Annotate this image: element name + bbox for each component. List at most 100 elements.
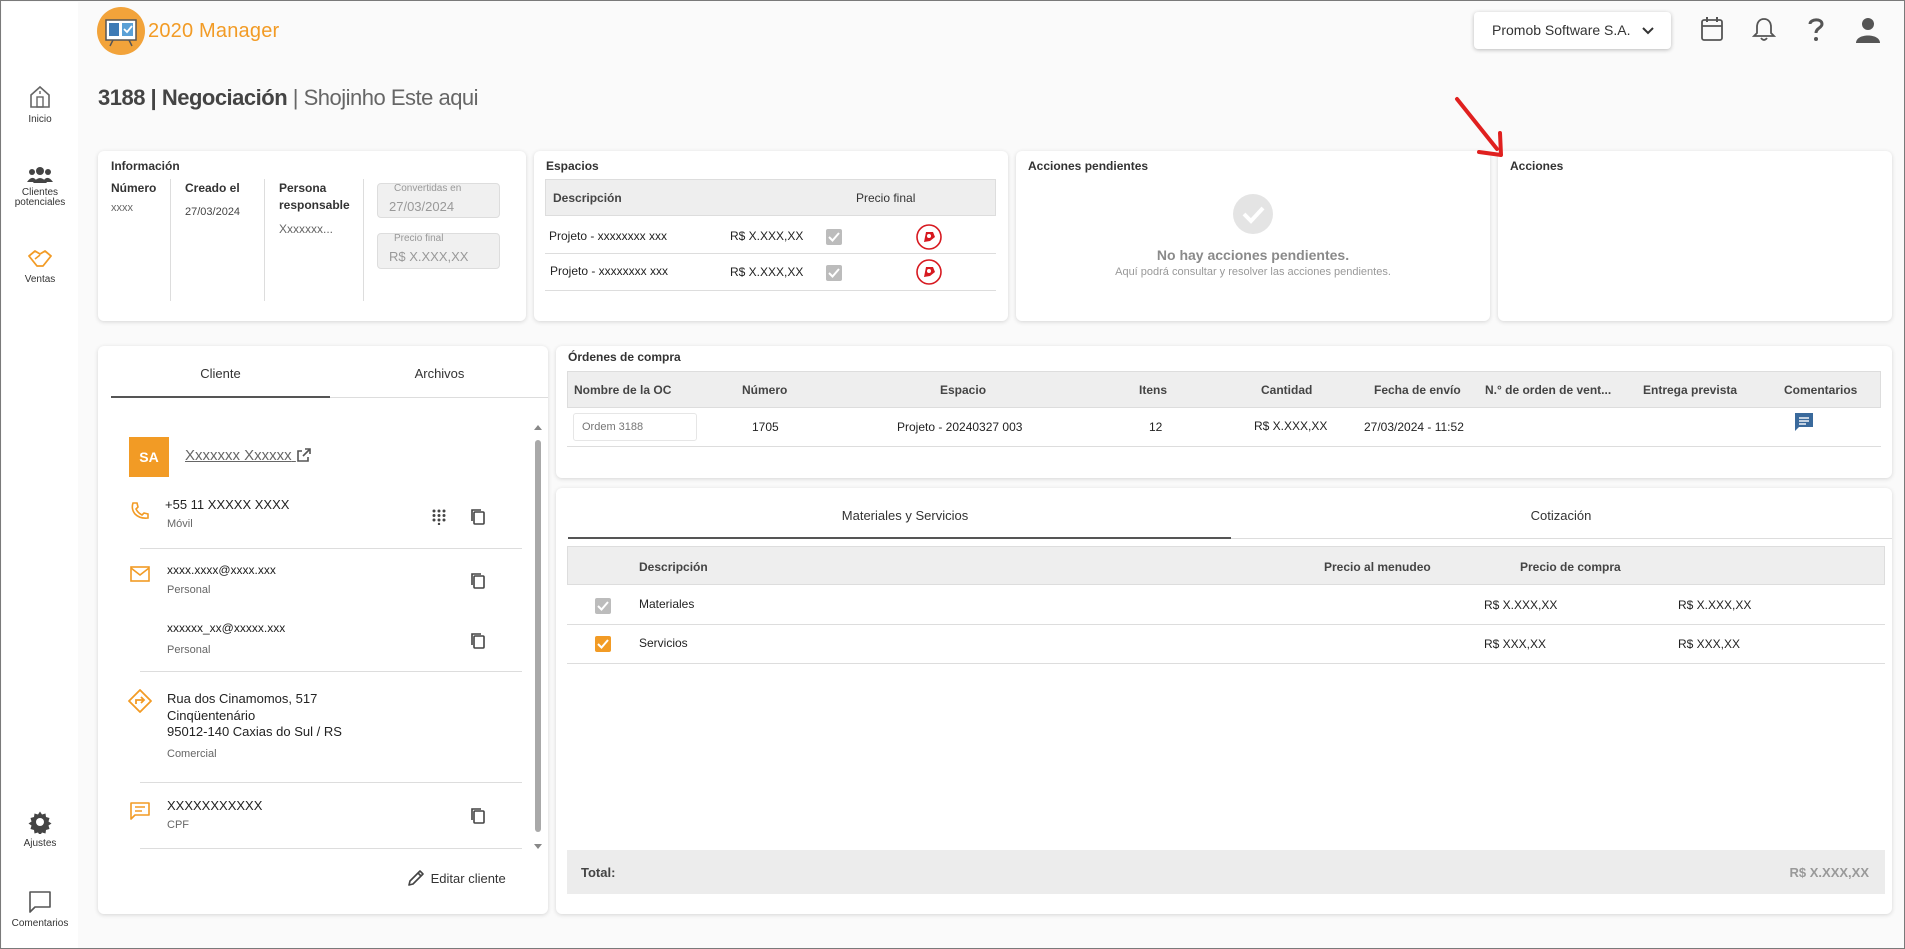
promob-icon[interactable]	[916, 224, 942, 250]
phone-type: Móvil	[167, 518, 193, 530]
acciones-card: Acciones	[1498, 151, 1892, 321]
divider	[140, 782, 522, 783]
email1-type: Personal	[167, 584, 211, 596]
row-desc: Materiales	[639, 597, 695, 611]
espacio-price: R$ X.XXX,XX	[730, 265, 804, 279]
check-icon	[597, 639, 609, 649]
row-menudeo: R$ XXX,XX	[1484, 637, 1547, 651]
col-precio-compra: Precio de compra	[1520, 560, 1621, 574]
client-name-link[interactable]: Xxxxxxx Xxxxxx	[185, 447, 312, 464]
row-compra: R$ XXX,XX	[1678, 637, 1741, 651]
col-precio-menudeo: Precio al menudeo	[1324, 560, 1431, 574]
company-selector[interactable]: Promob Software S.A.	[1474, 12, 1671, 49]
bell-icon[interactable]	[1752, 16, 1776, 42]
info-card: Información Número xxxx Creado el 27/03/…	[98, 151, 526, 321]
col-orden-venta: N.° de orden de vent...	[1485, 383, 1612, 397]
divider	[567, 446, 1881, 447]
tab-cotizacion[interactable]: Cotización	[1230, 508, 1892, 523]
total-bar: Total: R$ X.XXX,XX	[567, 850, 1885, 894]
user-icon[interactable]	[1854, 16, 1882, 44]
dialpad-icon[interactable]	[432, 509, 446, 525]
app-window: Inicio Clientes potenciales Ventas Ajust…	[0, 0, 1905, 949]
client-name: Xxxxxxx Xxxxxx	[185, 447, 292, 464]
address-line1: Rua dos Cinamomos, 517	[167, 691, 318, 706]
comment-icon[interactable]	[1793, 411, 1815, 433]
pencil-icon	[408, 870, 424, 886]
info-title: Información	[111, 159, 180, 173]
address-line2: Cinqüentenário	[167, 707, 256, 723]
copy-icon[interactable]	[470, 508, 486, 526]
convertidas-value: 27/03/2024	[389, 199, 455, 214]
pendientes-title: Acciones pendientes	[1028, 159, 1149, 173]
comment-icon	[29, 891, 51, 913]
oc-name-input[interactable]	[573, 413, 697, 441]
espacio-price: R$ X.XXX,XX	[730, 229, 804, 243]
precio-final-value: R$ X.XXX,XX	[389, 249, 469, 264]
board-icon	[105, 19, 137, 47]
email2-value: xxxxxx_xx@xxxxx.xxx	[167, 621, 286, 635]
promob-icon[interactable]	[916, 259, 942, 285]
sidebar-item-ajustes[interactable]: Ajustes	[2, 810, 78, 849]
copy-icon[interactable]	[470, 807, 486, 825]
creado-label: Creado el	[185, 181, 240, 195]
sidebar-item-ventas[interactable]: Ventas	[2, 248, 78, 285]
calendar-icon[interactable]	[1700, 16, 1724, 42]
oc-itens: 12	[1149, 420, 1163, 434]
scroll-up-icon[interactable]	[533, 423, 543, 431]
row-menudeo: R$ X.XXX,XX	[1484, 598, 1558, 612]
tab-indicator	[568, 537, 1231, 539]
divider	[545, 290, 996, 291]
copy-icon[interactable]	[470, 632, 486, 650]
scrollbar-thumb[interactable]	[535, 440, 541, 832]
precio-final-label: Precio final	[394, 233, 444, 244]
ordenes-table-header: Nombre de la OC Número Espacio Itens Can…	[567, 371, 1881, 408]
help-icon[interactable]	[1806, 16, 1826, 42]
empty-subtitle: Aquí podrá consultar y resolver las acci…	[1115, 266, 1391, 278]
col-descripcion: Descripción	[553, 191, 622, 205]
col-comentarios: Comentarios	[1784, 383, 1858, 397]
tab-cliente[interactable]: Cliente	[111, 366, 330, 381]
sidebar-item-inicio[interactable]: Inicio	[2, 84, 78, 125]
divider	[264, 179, 265, 301]
email1-value: xxxx.xxxx@xxxx.xxx	[167, 563, 276, 577]
email-icon	[130, 566, 150, 582]
empty-title: No hay acciones pendientes.	[1156, 247, 1350, 263]
col-espacio: Espacio	[940, 383, 987, 397]
materiales-checkbox[interactable]	[595, 598, 611, 614]
col-entrega-prevista: Entrega prevista	[1643, 383, 1738, 397]
tab-archivos[interactable]: Archivos	[330, 366, 549, 381]
espacio-checkbox[interactable]	[826, 265, 842, 281]
divider	[140, 848, 522, 849]
col-cantidad: Cantidad	[1261, 383, 1313, 397]
col-descripcion: Descripción	[639, 560, 708, 574]
servicios-checkbox[interactable]	[595, 636, 611, 652]
materiales-card: Materiales y Servicios Cotización Descri…	[556, 488, 1892, 914]
espacio-desc: Projeto - xxxxxxxx xxx	[549, 229, 668, 243]
document-icon	[130, 802, 150, 820]
espacios-title: Espacios	[546, 159, 599, 173]
users-icon	[27, 167, 53, 183]
divider	[567, 624, 1885, 625]
cliente-card: Cliente Archivos SA Xxxxxxx Xxxxxx +55 1…	[98, 346, 548, 914]
oc-fecha: 27/03/2024 - 11:52	[1364, 420, 1464, 434]
sidebar-item-clientes[interactable]: Clientes potenciales	[2, 166, 78, 208]
pendientes-card: Acciones pendientes No hay acciones pend…	[1016, 151, 1490, 321]
convertidas-field: Convertidas en 27/03/2024	[377, 183, 500, 218]
sidebar-item-comentarios[interactable]: Comentarios	[2, 890, 78, 929]
phone-value: +55 11 XXXXX XXXX	[165, 497, 290, 512]
tab-materiales[interactable]: Materiales y Servicios	[568, 508, 1242, 523]
persona-label: Persona responsable	[279, 181, 350, 212]
address-block: Rua dos Cinamomos, 517 Cinqüentenário 95…	[167, 691, 342, 741]
col-itens: Itens	[1139, 383, 1168, 397]
scroll-down-icon[interactable]	[533, 843, 543, 851]
divider	[170, 179, 171, 301]
divider	[363, 179, 364, 301]
edit-client-button[interactable]: Editar cliente	[407, 869, 506, 887]
logo[interactable]	[97, 7, 145, 55]
oc-cantidad: R$ X.XXX,XX	[1254, 419, 1328, 433]
check-icon	[828, 268, 840, 278]
email2-type: Personal	[167, 644, 211, 656]
espacio-checkbox[interactable]	[826, 229, 842, 245]
copy-icon[interactable]	[470, 572, 486, 590]
doc-value: XXXXXXXXXXX	[167, 798, 263, 813]
